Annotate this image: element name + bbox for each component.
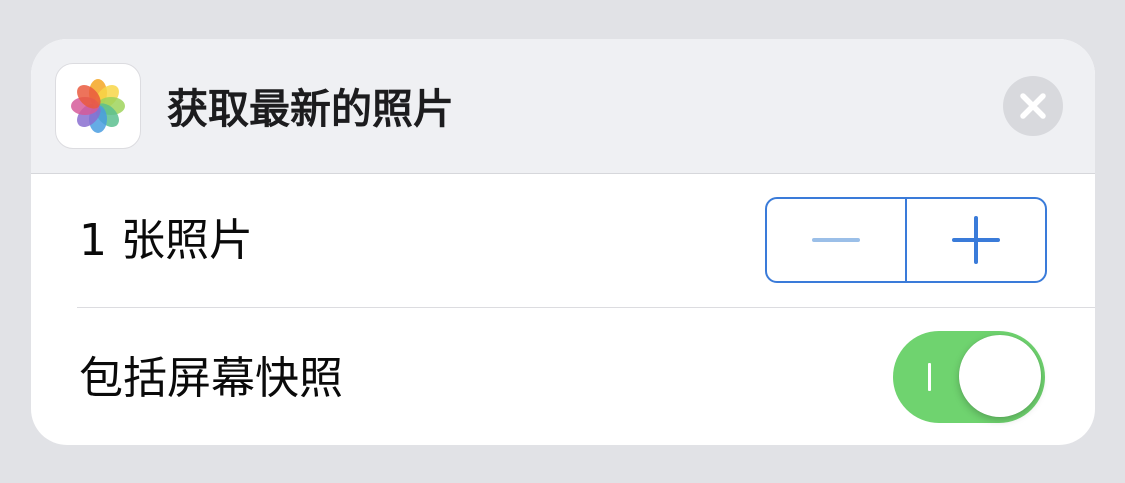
action-card: 获取最新的照片 1 张照片 包括屏幕快照 — [31, 39, 1095, 445]
increment-button[interactable] — [905, 199, 1045, 281]
include-screenshots-row: 包括屏幕快照 — [31, 308, 1095, 445]
toggle-knob[interactable] — [959, 335, 1041, 417]
close-icon — [1020, 93, 1046, 119]
photos-app-icon — [55, 63, 141, 149]
plus-icon — [952, 216, 1000, 264]
close-button[interactable] — [1003, 76, 1063, 136]
include-screenshots-toggle[interactable] — [893, 331, 1045, 423]
photo-count-label: 1 张照片 — [79, 215, 253, 266]
photos-flower-icon — [71, 79, 125, 133]
action-header: 获取最新的照片 — [31, 39, 1095, 174]
toggle-on-indicator — [928, 363, 931, 391]
action-title: 获取最新的照片 — [167, 85, 454, 133]
minus-icon — [812, 238, 860, 242]
include-screenshots-label: 包括屏幕快照 — [79, 353, 343, 404]
photo-count-stepper[interactable] — [765, 197, 1047, 283]
photo-count-row: 1 张照片 — [31, 174, 1095, 307]
decrement-button[interactable] — [767, 199, 905, 281]
